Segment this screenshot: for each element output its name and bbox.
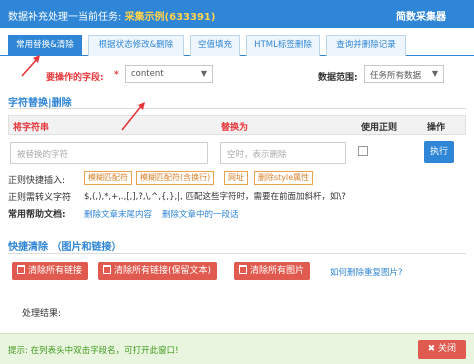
replace-section-title: 字符替换|删除	[8, 98, 72, 109]
tag-fuzzy-match[interactable]: 模糊匹配符	[84, 171, 132, 185]
regex-checkbox[interactable]	[358, 146, 368, 156]
close-label: 关闭	[437, 344, 456, 354]
quick-clear-title: 快捷清除 （图片和链接）	[8, 242, 122, 253]
clear-all-images-label: 清除所有图片	[250, 266, 305, 276]
app-name: 简数采集器	[396, 12, 446, 23]
help-label: 常用帮助文档:	[8, 210, 66, 220]
range-label: 数据范围:	[318, 73, 358, 83]
required-mark: *	[114, 70, 119, 80]
replace-table-header: 将字符串 替换为 使用正则 操作	[8, 115, 466, 135]
escape-label: 正则需转义字符	[8, 193, 72, 203]
escape-text: $,(,),*,+,.,[,],?,\,^,{,},|, 匹配这些字符时，需要在…	[84, 192, 346, 202]
range-select-value: 任务所有数据	[370, 71, 422, 81]
field-select[interactable]: content ▼	[125, 65, 213, 83]
title-prefix: 数据补充处理一当前任务:	[8, 12, 125, 23]
tab-query-delete[interactable]: 查询并删除记录	[326, 35, 406, 56]
field-select-value: content	[131, 69, 164, 79]
clear-links-keep-text-label: 清除所有链接(保留文本)	[114, 266, 212, 276]
help-link-delete-tail[interactable]: 删除文章末尾内容	[84, 208, 152, 220]
execute-button[interactable]: 执行	[424, 141, 454, 163]
header-action: 操作	[427, 123, 446, 133]
header-regex: 使用正则	[361, 123, 398, 133]
status-tip: 提示: 在列表头中双击字段名，可打开此窗口!	[8, 346, 179, 356]
tab-common-replace[interactable]: 常用替换&清除	[8, 35, 82, 56]
chevron-down-icon: ▼	[200, 69, 207, 78]
annotation-arrow-icon	[21, 55, 40, 77]
duplicate-images-help-link[interactable]: 如何删除重复图片?	[330, 266, 403, 278]
tag-url[interactable]: 网址	[224, 171, 248, 185]
trash-icon: ✖	[427, 344, 438, 354]
field-label: 要操作的字段:	[46, 73, 104, 83]
status-bar: 提示: 在列表头中双击字段名，可打开此窗口! ✖ 关闭	[0, 333, 474, 364]
trash-icon	[103, 265, 111, 274]
help-link-delete-paragraph[interactable]: 删除文章中的一段话	[162, 208, 239, 220]
window-title: 数据补充处理一当前任务: 采集示例(633391)	[8, 8, 215, 23]
clear-all-links-label: 清除所有链接	[28, 266, 83, 276]
result-label: 处理结果:	[22, 309, 62, 319]
tab-status-modify[interactable]: 根据状态修改&删除	[88, 35, 184, 56]
range-select[interactable]: 任务所有数据 ▼	[364, 65, 444, 83]
task-name: 采集示例(633391)	[124, 12, 216, 23]
annotation-arrow-icon	[121, 102, 145, 131]
tag-fuzzy-match-newline[interactable]: 模糊匹配符(含换行)	[136, 171, 215, 185]
clear-all-images-button[interactable]: 清除所有图片	[234, 262, 311, 280]
chevron-down-icon: ▼	[431, 69, 438, 78]
replace-with-input[interactable]: 空时，表示删除	[220, 142, 346, 164]
tab-html-delete[interactable]: HTML标签删除	[246, 35, 320, 56]
header-replace: 替换为	[221, 123, 249, 133]
tab-empty-fill[interactable]: 空值填充	[190, 35, 240, 56]
clear-all-links-button[interactable]: 清除所有链接	[12, 262, 89, 280]
title-bar: 数据补充处理一当前任务: 采集示例(633391) 简数采集器	[0, 0, 474, 28]
target-string-input[interactable]: 被替换的字符	[10, 142, 208, 164]
close-button[interactable]: ✖ 关闭	[417, 340, 466, 359]
divider	[8, 253, 466, 254]
tag-delete-style[interactable]: 删除style属性	[254, 171, 314, 185]
tab-bar: 常用替换&清除 根据状态修改&删除 空值填充 HTML标签删除 查询并删除记录	[0, 32, 474, 56]
header-target: 将字符串	[13, 123, 50, 133]
trash-icon	[239, 265, 247, 274]
clear-links-keep-text-button[interactable]: 清除所有链接(保留文本)	[98, 262, 218, 280]
divider	[8, 108, 466, 109]
trash-icon	[17, 265, 25, 274]
quick-insert-label: 正则快捷插入:	[8, 176, 66, 186]
